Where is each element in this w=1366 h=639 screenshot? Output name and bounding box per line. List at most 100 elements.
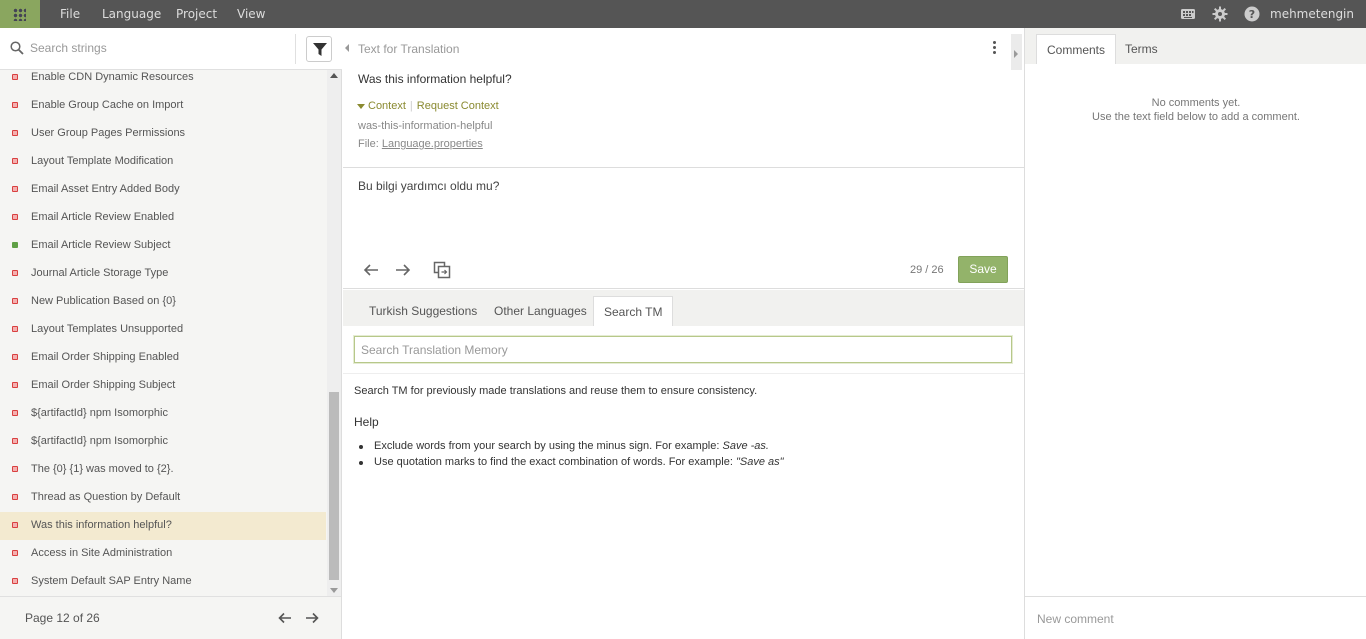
more-options-icon[interactable] <box>991 41 997 57</box>
list-item[interactable]: New Publication Based on {0} <box>0 288 326 316</box>
help-icon[interactable]: ? <box>1244 6 1260 22</box>
search-input[interactable] <box>30 38 285 58</box>
list-item[interactable]: Enable Group Cache on Import <box>0 92 326 120</box>
list-item-label: Enable Group Cache on Import <box>31 99 184 111</box>
list-item[interactable]: Enable CDN Dynamic Resources <box>0 64 326 92</box>
help-heading: Help <box>354 415 379 429</box>
untranslated-status-icon <box>12 410 18 416</box>
list-item-label: Email Asset Entry Added Body <box>31 183 180 195</box>
untranslated-status-icon <box>12 466 18 472</box>
string-list-scrollbar[interactable] <box>327 70 341 596</box>
tab-comments[interactable]: Comments <box>1036 34 1117 64</box>
tm-search-input[interactable] <box>353 335 1013 364</box>
source-string: Was this information helpful? <box>358 72 512 86</box>
list-item[interactable]: The {0} {1} was moved to {2}. <box>0 456 326 484</box>
list-item[interactable]: Email Asset Entry Added Body <box>0 176 326 204</box>
string-key: was-this-information-helpful <box>358 120 493 132</box>
context-toggle[interactable]: Context <box>368 100 406 112</box>
empty-comments-message: No comments yet. Use the text field belo… <box>1092 97 1300 123</box>
list-item-label: Was this information helpful? <box>31 519 172 531</box>
translated-status-icon <box>12 242 18 248</box>
untranslated-status-icon <box>12 438 18 444</box>
pagination: Page 12 of 26 <box>0 596 341 639</box>
list-item[interactable]: Layout Templates Unsupported <box>0 316 326 344</box>
list-item[interactable]: Journal Article Storage Type <box>0 260 326 288</box>
page-indicator: Page 12 of 26 <box>25 611 100 625</box>
untranslated-status-icon <box>12 186 18 192</box>
scroll-down-arrow[interactable] <box>330 588 338 593</box>
list-item[interactable]: Was this information helpful? <box>0 512 326 540</box>
tab-terms[interactable]: Terms <box>1115 34 1168 64</box>
tab-other-languages[interactable]: Other Languages <box>484 296 597 326</box>
untranslated-status-icon <box>12 214 18 220</box>
list-item[interactable]: ${artifactId} npm Isomorphic <box>0 428 326 456</box>
scroll-up-arrow[interactable] <box>330 73 338 78</box>
help-item-quotes: Use quotation marks to find the exact co… <box>359 456 784 468</box>
list-item[interactable]: Email Article Review Enabled <box>0 204 326 232</box>
list-item-label: Email Article Review Subject <box>31 239 171 251</box>
list-item[interactable]: Layout Template Modification <box>0 148 326 176</box>
gear-icon[interactable] <box>1212 6 1228 22</box>
top-menu-bar: File Language Project View ? mehmetengin <box>0 0 1366 28</box>
list-item-label: The {0} {1} was moved to {2}. <box>31 463 174 475</box>
new-comment-input[interactable] <box>1037 609 1357 629</box>
list-item-label: Email Order Shipping Enabled <box>31 351 179 363</box>
untranslated-status-icon <box>12 550 18 556</box>
list-item-label: ${artifactId} npm Isomorphic <box>31 407 168 419</box>
collapse-right-icon <box>1014 50 1018 58</box>
tab-turkish-suggestions[interactable]: Turkish Suggestions <box>359 296 487 326</box>
untranslated-status-icon <box>12 130 18 136</box>
untranslated-status-icon <box>12 298 18 304</box>
menu-view[interactable]: View <box>237 7 265 21</box>
list-item[interactable]: Email Order Shipping Enabled <box>0 344 326 372</box>
list-item[interactable]: Email Article Review Subject <box>0 232 326 260</box>
menu-project[interactable]: Project <box>176 7 217 21</box>
list-item-label: Layout Template Modification <box>31 155 174 167</box>
string-sidebar: Enable CDN Dynamic Resources Enable Group… <box>0 28 342 639</box>
keyboard-icon[interactable] <box>1180 6 1196 22</box>
list-item-label: Email Order Shipping Subject <box>31 379 176 391</box>
source-header: Text for Translation <box>343 28 1024 70</box>
filter-button[interactable] <box>306 36 332 62</box>
list-item[interactable]: System Default SAP Entry Name <box>0 568 326 596</box>
menu-language[interactable]: Language <box>102 7 161 21</box>
file-link[interactable]: Language.properties <box>382 138 483 150</box>
divider <box>295 34 296 64</box>
copy-source-icon[interactable] <box>433 261 451 279</box>
list-item-label: User Group Pages Permissions <box>31 127 186 139</box>
list-item[interactable]: ${artifactId} npm Isomorphic <box>0 400 326 428</box>
next-page-icon[interactable] <box>304 610 320 626</box>
menu-file[interactable]: File <box>60 7 80 21</box>
apps-grid-button[interactable] <box>0 0 40 28</box>
previous-string-icon[interactable] <box>362 261 380 279</box>
list-item-label: Thread as Question by Default <box>31 491 181 503</box>
caret-down-icon[interactable] <box>357 103 365 109</box>
save-button[interactable]: Save <box>958 256 1008 283</box>
list-item[interactable]: Thread as Question by Default <box>0 484 326 512</box>
username[interactable]: mehmetengin <box>1270 7 1354 21</box>
tab-search-tm[interactable]: Search TM <box>593 296 674 326</box>
translation-editor[interactable]: Bu bilgi yardımcı oldu mu? <box>343 167 1024 249</box>
collapse-right-handle[interactable] <box>1011 34 1022 70</box>
list-item-label: Enable CDN Dynamic Resources <box>31 71 194 83</box>
untranslated-status-icon <box>12 74 18 80</box>
list-item-label: Email Article Review Enabled <box>31 211 175 223</box>
collapse-left-icon[interactable] <box>345 44 349 52</box>
suggestion-tabs: Turkish Suggestions Other Languages Sear… <box>343 290 1024 326</box>
list-item[interactable]: Email Order Shipping Subject <box>0 372 326 400</box>
grid-icon <box>13 8 26 21</box>
help-item-exclude: Exclude words from your search by using … <box>359 440 769 452</box>
next-string-icon[interactable] <box>394 261 412 279</box>
file-label: File: <box>358 138 379 150</box>
list-item[interactable]: Access in Site Administration <box>0 540 326 568</box>
untranslated-status-icon <box>12 578 18 584</box>
list-item[interactable]: User Group Pages Permissions <box>0 120 326 148</box>
string-list: Enable CDN Dynamic Resources Enable Group… <box>0 64 326 596</box>
translation-text[interactable]: Bu bilgi yardımcı oldu mu? <box>358 179 499 193</box>
editor-toolbar: 29 / 26 Save <box>343 249 1024 289</box>
request-context-link[interactable]: Request Context <box>417 100 499 112</box>
scroll-thumb[interactable] <box>329 392 339 580</box>
previous-page-icon[interactable] <box>277 610 293 626</box>
untranslated-status-icon <box>12 522 18 528</box>
filter-icon <box>313 43 327 56</box>
